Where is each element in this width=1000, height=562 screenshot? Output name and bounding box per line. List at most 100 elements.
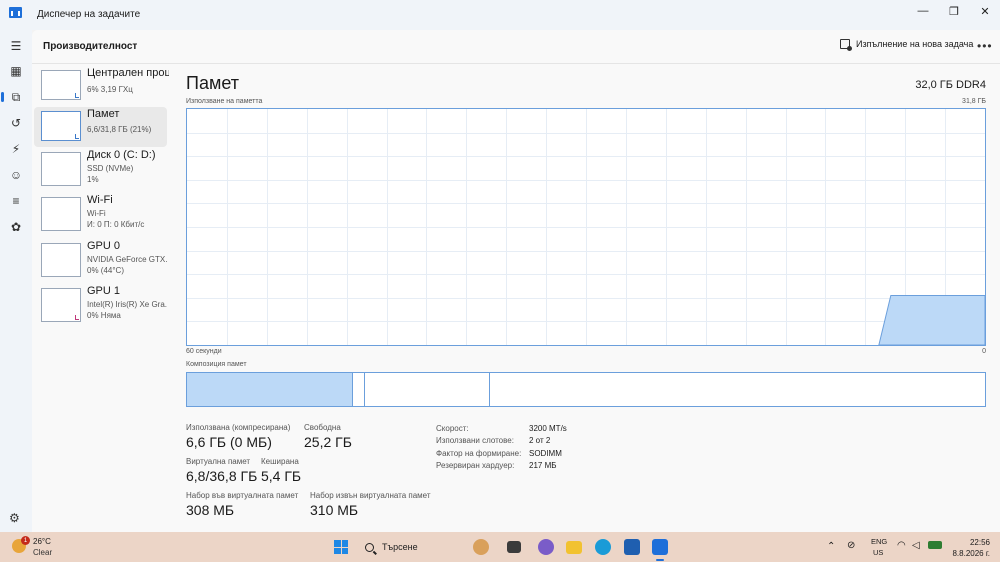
details-icon[interactable]: ≡	[6, 191, 26, 211]
device-detail: 1%	[87, 175, 99, 184]
memory-thumbnail	[41, 111, 81, 141]
device-item-wifi[interactable]: Wi-Fi Wi-Fi И: 0 П: 0 Кбит/с	[34, 193, 167, 233]
nonpaged-pool-label: Набор извън виртуалната памет	[310, 491, 431, 500]
graph-time-left: 60 секунди	[186, 348, 222, 355]
search-highlight-icon[interactable]	[473, 539, 489, 555]
microsoft-store-icon[interactable]	[624, 539, 640, 555]
usage-graph-max: 31,8 ГБ	[962, 98, 986, 105]
cached-value: 5,4 ГБ	[261, 468, 302, 484]
nonpaged-pool-value: 310 МБ	[310, 502, 359, 518]
wifi-thumbnail	[41, 197, 81, 231]
device-name: GPU 1	[87, 285, 121, 297]
device-item-cpu[interactable]: Централен процесор 6% 3,19 ГХц	[34, 66, 169, 106]
performance-icon[interactable]: ⧉	[1, 87, 26, 107]
device-item-gpu1[interactable]: GPU 1 Intel(R) Iris(R) Xe Gra... 0% Няма	[34, 284, 167, 324]
paged-pool-label: Набор във виртуалната памет	[186, 491, 299, 500]
maximize-button[interactable]: ❐	[938, 0, 970, 22]
memory-usage-graph	[186, 108, 986, 346]
slots-used-label: Използвани слотове:	[436, 436, 514, 445]
memory-composition-bar	[186, 372, 986, 407]
available-label: Свободна	[304, 423, 341, 432]
memory-spec: 32,0 ГБ DDR4	[915, 79, 986, 91]
close-button[interactable]: ✕	[969, 0, 1000, 22]
run-task-label: Изпълнение на нова задача	[856, 39, 974, 49]
gpu0-thumbnail	[41, 243, 81, 277]
app-history-icon[interactable]: ↺	[6, 113, 26, 133]
network-status-icon[interactable]: ⊘	[847, 540, 855, 551]
run-new-task-button[interactable]: Изпълнение на нова задача	[840, 39, 974, 51]
device-detail: И: 0 П: 0 Кбит/с	[87, 220, 145, 229]
services-icon[interactable]: ✿	[6, 217, 26, 237]
language-top[interactable]: ENG	[871, 537, 887, 546]
task-manager-taskbar-icon[interactable]	[652, 539, 668, 555]
device-detail: 6,6/31,8 ГБ (21%)	[87, 125, 152, 134]
device-detail: 6% 3,19 ГХц	[87, 85, 133, 94]
hamburger-menu-icon[interactable]: ☰	[6, 36, 26, 56]
in-use-value: 6,6 ГБ (0 МБ)	[186, 434, 272, 450]
gpu1-thumbnail	[41, 288, 81, 322]
file-explorer-icon[interactable]	[566, 541, 582, 554]
hardware-reserved-label: Резервиран хардуер:	[436, 461, 515, 470]
page-title: Производителност	[43, 41, 138, 52]
wifi-icon[interactable]: ◠	[897, 540, 906, 551]
device-detail: Wi-Fi	[87, 209, 106, 218]
memory-title: Памет	[186, 73, 239, 93]
speed-value: 3200 MT/s	[529, 424, 567, 433]
settings-gear-icon[interactable]: ⚙	[9, 511, 20, 525]
weather-temperature[interactable]: 26°C	[33, 537, 51, 546]
device-detail: SSD (NVMe)	[87, 164, 134, 173]
navigation-rail: ☰ ▦ ⧉ ↺ ⚡ ☺ ≡ ✿	[0, 30, 32, 532]
speed-label: Скорост:	[436, 424, 469, 433]
device-item-disk[interactable]: Диск 0 (C: D:) SSD (NVMe) 1%	[34, 148, 167, 188]
composition-modified	[353, 373, 365, 406]
device-item-memory[interactable]: Памет 6,6/31,8 ГБ (21%)	[34, 107, 167, 147]
memory-usage-area	[878, 294, 985, 345]
volume-icon[interactable]: ◁	[912, 540, 920, 551]
composition-label: Композиция памет	[186, 361, 247, 368]
show-hidden-icons-chevron-icon[interactable]: ⌃	[827, 541, 835, 552]
task-manager-app-icon	[9, 7, 22, 18]
startup-apps-icon[interactable]: ⚡	[6, 139, 26, 159]
device-name: Диск 0 (C: D:)	[87, 149, 156, 161]
language-bottom[interactable]: US	[873, 548, 883, 557]
task-view-icon[interactable]	[507, 541, 521, 553]
weather-badge: 1	[21, 536, 30, 545]
minimize-button[interactable]: —	[907, 0, 939, 22]
copilot-icon[interactable]	[538, 539, 554, 555]
device-name: Wi-Fi	[87, 194, 113, 206]
device-item-gpu0[interactable]: GPU 0 NVIDIA GeForce GTX... 0% (44°C)	[34, 239, 167, 279]
users-icon[interactable]: ☺	[6, 165, 26, 185]
form-factor-value: SODIMM	[529, 449, 562, 458]
clock-time: 22:56	[969, 538, 990, 547]
committed-value: 6,8/36,8 ГБ	[186, 468, 258, 484]
battery-icon[interactable]	[928, 541, 942, 549]
cpu-thumbnail	[41, 70, 81, 100]
search-icon	[365, 542, 374, 552]
taskbar-clock[interactable]: 22:56 8.8.2026 г.	[952, 537, 990, 559]
device-name: Централен процесор	[87, 67, 169, 79]
more-options-button[interactable]: •••	[977, 39, 993, 53]
graph-time-right: 0	[982, 348, 986, 355]
committed-label: Виртуална памет	[186, 457, 251, 466]
search-placeholder: Търсене	[382, 542, 418, 552]
device-detail: NVIDIA GeForce GTX...	[87, 255, 167, 264]
available-value: 25,2 ГБ	[304, 434, 352, 450]
run-task-icon	[840, 39, 852, 51]
in-use-label: Използвана (компресирана)	[186, 423, 291, 432]
memory-usage-svg	[187, 109, 985, 345]
processes-icon[interactable]: ▦	[6, 61, 26, 81]
hardware-reserved-value: 217 МБ	[529, 461, 557, 470]
device-detail: 0% Няма	[87, 311, 121, 320]
taskbar: 1 26°C Clear Търсене ⌃ ⊘ ENG US ◠ ◁ 22:5…	[0, 532, 1000, 562]
start-button-icon[interactable]	[334, 540, 348, 554]
clock-date: 8.8.2026 г.	[952, 549, 990, 558]
disk-thumbnail	[41, 152, 81, 186]
form-factor-label: Фактор на формиране:	[436, 449, 522, 458]
cached-label: Кеширана	[261, 457, 299, 466]
weather-condition[interactable]: Clear	[33, 548, 52, 557]
edge-browser-icon[interactable]	[595, 539, 611, 555]
device-name: Памет	[87, 108, 120, 120]
slots-used-value: 2 от 2	[529, 436, 551, 445]
active-app-indicator	[656, 559, 664, 561]
device-name: GPU 0	[87, 240, 121, 252]
